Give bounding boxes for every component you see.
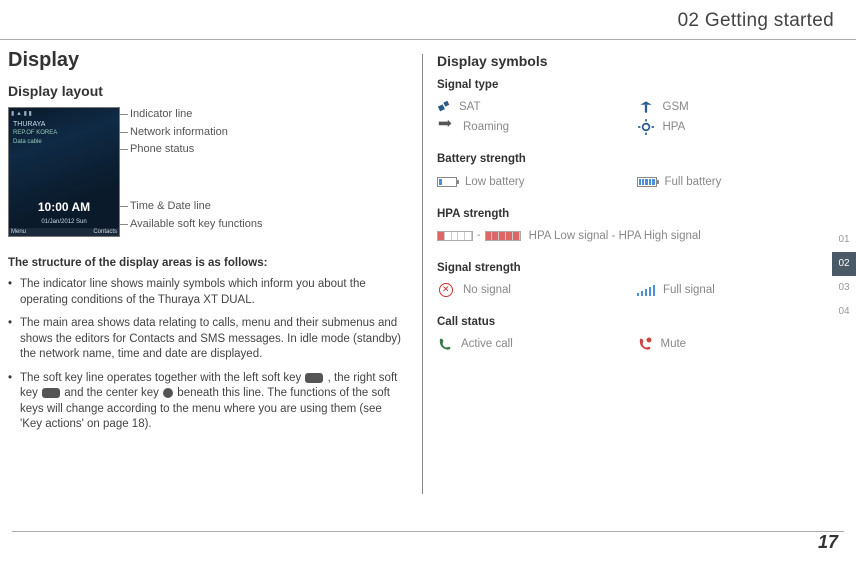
callout-indicator: Indicator line <box>130 107 262 122</box>
signal-type-heading: Signal type <box>437 77 836 93</box>
center-key-icon <box>163 388 173 398</box>
side-tabs: 01 02 03 04 <box>832 228 856 324</box>
phone-date: 01/Jan/2012 Sun <box>9 218 119 226</box>
roaming-label: Roaming <box>463 119 509 135</box>
hpa-label: HPA <box>663 119 686 135</box>
symbols-heading: Display symbols <box>437 52 836 72</box>
active-call-icon <box>437 336 453 352</box>
tab-03[interactable]: 03 <box>832 276 856 300</box>
left-column: Display Display layout ▮ ▲ ▮ ▮ THURAYA R… <box>8 46 418 494</box>
hpa-strength-icon: - <box>437 228 521 243</box>
mute-icon <box>637 336 653 352</box>
bullet3-pre: The soft key line operates together with… <box>20 372 304 384</box>
roaming-item: Roaming <box>437 117 637 137</box>
page-number: 17 <box>818 530 838 555</box>
hpa-icon <box>637 120 655 134</box>
signal-type-section: Signal type SAT GSM <box>437 77 836 137</box>
tab-04[interactable]: 04 <box>832 300 856 324</box>
callout-softkey: Available soft key functions <box>130 217 262 232</box>
phone-indicator-line: ▮ ▲ ▮ ▮ <box>11 110 117 118</box>
full-signal-item: Full signal <box>637 280 837 300</box>
sat-icon <box>437 100 451 114</box>
column-divider <box>422 54 423 494</box>
battery-section: Battery strength Low battery Full batter… <box>437 151 836 191</box>
full-signal-label: Full signal <box>663 282 715 298</box>
layout-heading: Display layout <box>8 82 404 102</box>
callout-labels: Indicator line Network information Phone… <box>130 107 262 234</box>
signal-strength-heading: Signal strength <box>437 260 836 276</box>
hpa-separator: - <box>477 228 481 243</box>
tab-02[interactable]: 02 <box>832 252 856 276</box>
call-status-section: Call status Active call Mute <box>437 314 836 354</box>
hpa-strength-section: HPA strength - HPA Low signal - HPA High… <box>437 206 836 246</box>
sat-item: SAT <box>437 97 637 117</box>
active-call-item: Active call <box>437 334 637 354</box>
structure-heading: The structure of the display areas is as… <box>8 255 404 271</box>
phone-country: REP.OF KOREA <box>13 129 57 137</box>
callout-network: Network information <box>130 125 262 140</box>
structure-list: The indicator line shows mainly symbols … <box>8 277 404 433</box>
hpa-item: HPA <box>637 117 837 137</box>
phone-softkeys: Menu Contacts <box>9 228 119 236</box>
content: Display Display layout ▮ ▲ ▮ ▮ THURAYA R… <box>0 40 856 494</box>
softkey-left: Menu <box>11 228 26 236</box>
gsm-icon <box>637 100 655 114</box>
bullet3-mid2: and the center key <box>61 387 162 399</box>
roaming-icon <box>437 120 455 134</box>
low-battery-label: Low battery <box>465 174 524 190</box>
structure-bullet-3: The soft key line operates together with… <box>8 371 404 433</box>
left-softkey-icon <box>305 373 323 383</box>
callout-timedate: Time & Date line <box>130 199 262 214</box>
full-signal-icon <box>637 284 656 296</box>
phone-mode: Data cable <box>13 138 42 146</box>
mute-item: Mute <box>637 334 837 354</box>
page-footer-line <box>12 531 844 532</box>
chapter-header: 02 Getting started <box>0 0 856 40</box>
hpa-low-icon <box>437 231 473 241</box>
low-battery-icon <box>437 177 457 187</box>
no-signal-icon <box>437 283 455 297</box>
active-call-label: Active call <box>461 336 513 352</box>
layout-diagram: ▮ ▲ ▮ ▮ THURAYA REP.OF KOREA Data cable … <box>8 107 404 237</box>
callout-spacer <box>130 159 262 197</box>
hpa-strength-heading: HPA strength <box>437 206 836 222</box>
no-signal-item: No signal <box>437 280 637 300</box>
mute-label: Mute <box>661 336 687 352</box>
page-title: Display <box>8 46 404 74</box>
no-signal-label: No signal <box>463 282 511 298</box>
sat-label: SAT <box>459 99 481 115</box>
call-status-heading: Call status <box>437 314 836 330</box>
hpa-high-icon <box>485 231 521 241</box>
right-softkey-icon <box>42 388 60 398</box>
structure-bullet-1: The indicator line shows mainly symbols … <box>8 277 404 308</box>
softkey-right: Contacts <box>93 228 117 236</box>
right-column: Display symbols Signal type SAT GSM <box>427 46 836 494</box>
callout-status: Phone status <box>130 142 262 157</box>
tab-01[interactable]: 01 <box>832 228 856 252</box>
low-battery-item: Low battery <box>437 172 637 192</box>
structure-bullet-2: The main area shows data relating to cal… <box>8 316 404 363</box>
full-battery-label: Full battery <box>665 174 722 190</box>
full-battery-item: Full battery <box>637 172 837 192</box>
battery-heading: Battery strength <box>437 151 836 167</box>
phone-time: 10:00 AM <box>9 199 119 216</box>
hpa-strength-item: - HPA Low signal - HPA High signal <box>437 226 836 246</box>
gsm-item: GSM <box>637 97 837 117</box>
gsm-label: GSM <box>663 99 689 115</box>
phone-screenshot: ▮ ▲ ▮ ▮ THURAYA REP.OF KOREA Data cable … <box>8 107 120 237</box>
full-battery-icon <box>637 177 657 187</box>
signal-strength-section: Signal strength No signal Full signal <box>437 260 836 300</box>
hpa-strength-label: HPA Low signal - HPA High signal <box>529 228 701 244</box>
